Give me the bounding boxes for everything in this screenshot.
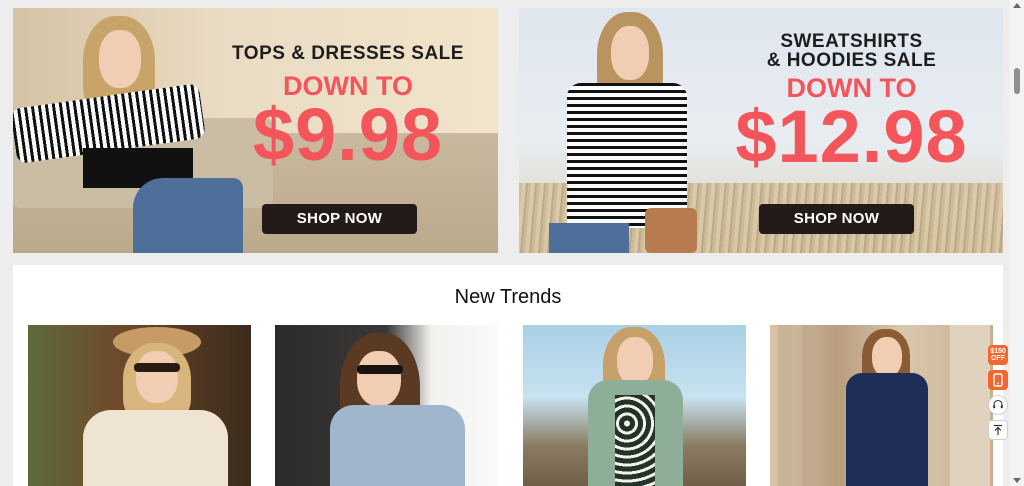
product-card[interactable]: [275, 325, 498, 486]
customer-service-icon[interactable]: [988, 395, 1008, 415]
banner-price: $9.98: [252, 93, 444, 176]
banner-title-line1: SWEATSHIRTS: [780, 31, 923, 52]
mobile-app-icon[interactable]: [988, 370, 1008, 390]
product-image: [275, 325, 498, 486]
product-image: [28, 325, 251, 486]
coupon-icon[interactable]: $150 OFF: [988, 345, 1008, 365]
coupon-label: OFF: [990, 355, 1005, 362]
banner-sweatshirts-hoodies-sale[interactable]: SWEATSHIRTS & HOODIES SALE DOWN TO $12.9…: [519, 8, 1003, 253]
shop-now-button[interactable]: SHOP NOW: [759, 204, 914, 234]
product-image: [770, 325, 993, 486]
page-scrollbar[interactable]: [1010, 0, 1024, 486]
model-image: [549, 8, 729, 253]
back-to-top-icon[interactable]: [988, 420, 1008, 440]
product-card[interactable]: [770, 325, 993, 486]
scroll-up-icon[interactable]: [1013, 3, 1021, 8]
floating-tools: $150 OFF: [988, 345, 1010, 445]
product-image: [523, 325, 746, 486]
new-trends-section: New Trends: [13, 265, 1003, 486]
product-card[interactable]: [523, 325, 746, 486]
banner-title-line2: & HOODIES SALE: [766, 50, 937, 71]
product-card[interactable]: [28, 325, 251, 486]
banner-price: $12.98: [735, 95, 968, 178]
shop-now-button[interactable]: SHOP NOW: [262, 204, 417, 234]
scroll-thumb[interactable]: [1014, 68, 1020, 94]
section-title: New Trends: [454, 286, 562, 308]
banner-text-block: TOPS & DRESSES SALE DOWN TO $9.98: [218, 43, 478, 176]
banner-tops-dresses-sale[interactable]: TOPS & DRESSES SALE DOWN TO $9.98 SHOP N…: [13, 8, 498, 253]
banner-title: TOPS & DRESSES SALE: [232, 43, 464, 64]
coupon-amount: $150: [990, 348, 1006, 355]
scroll-down-icon[interactable]: [1013, 478, 1021, 483]
banner-text-block: SWEATSHIRTS & HOODIES SALE DOWN TO $12.9…: [709, 31, 994, 178]
